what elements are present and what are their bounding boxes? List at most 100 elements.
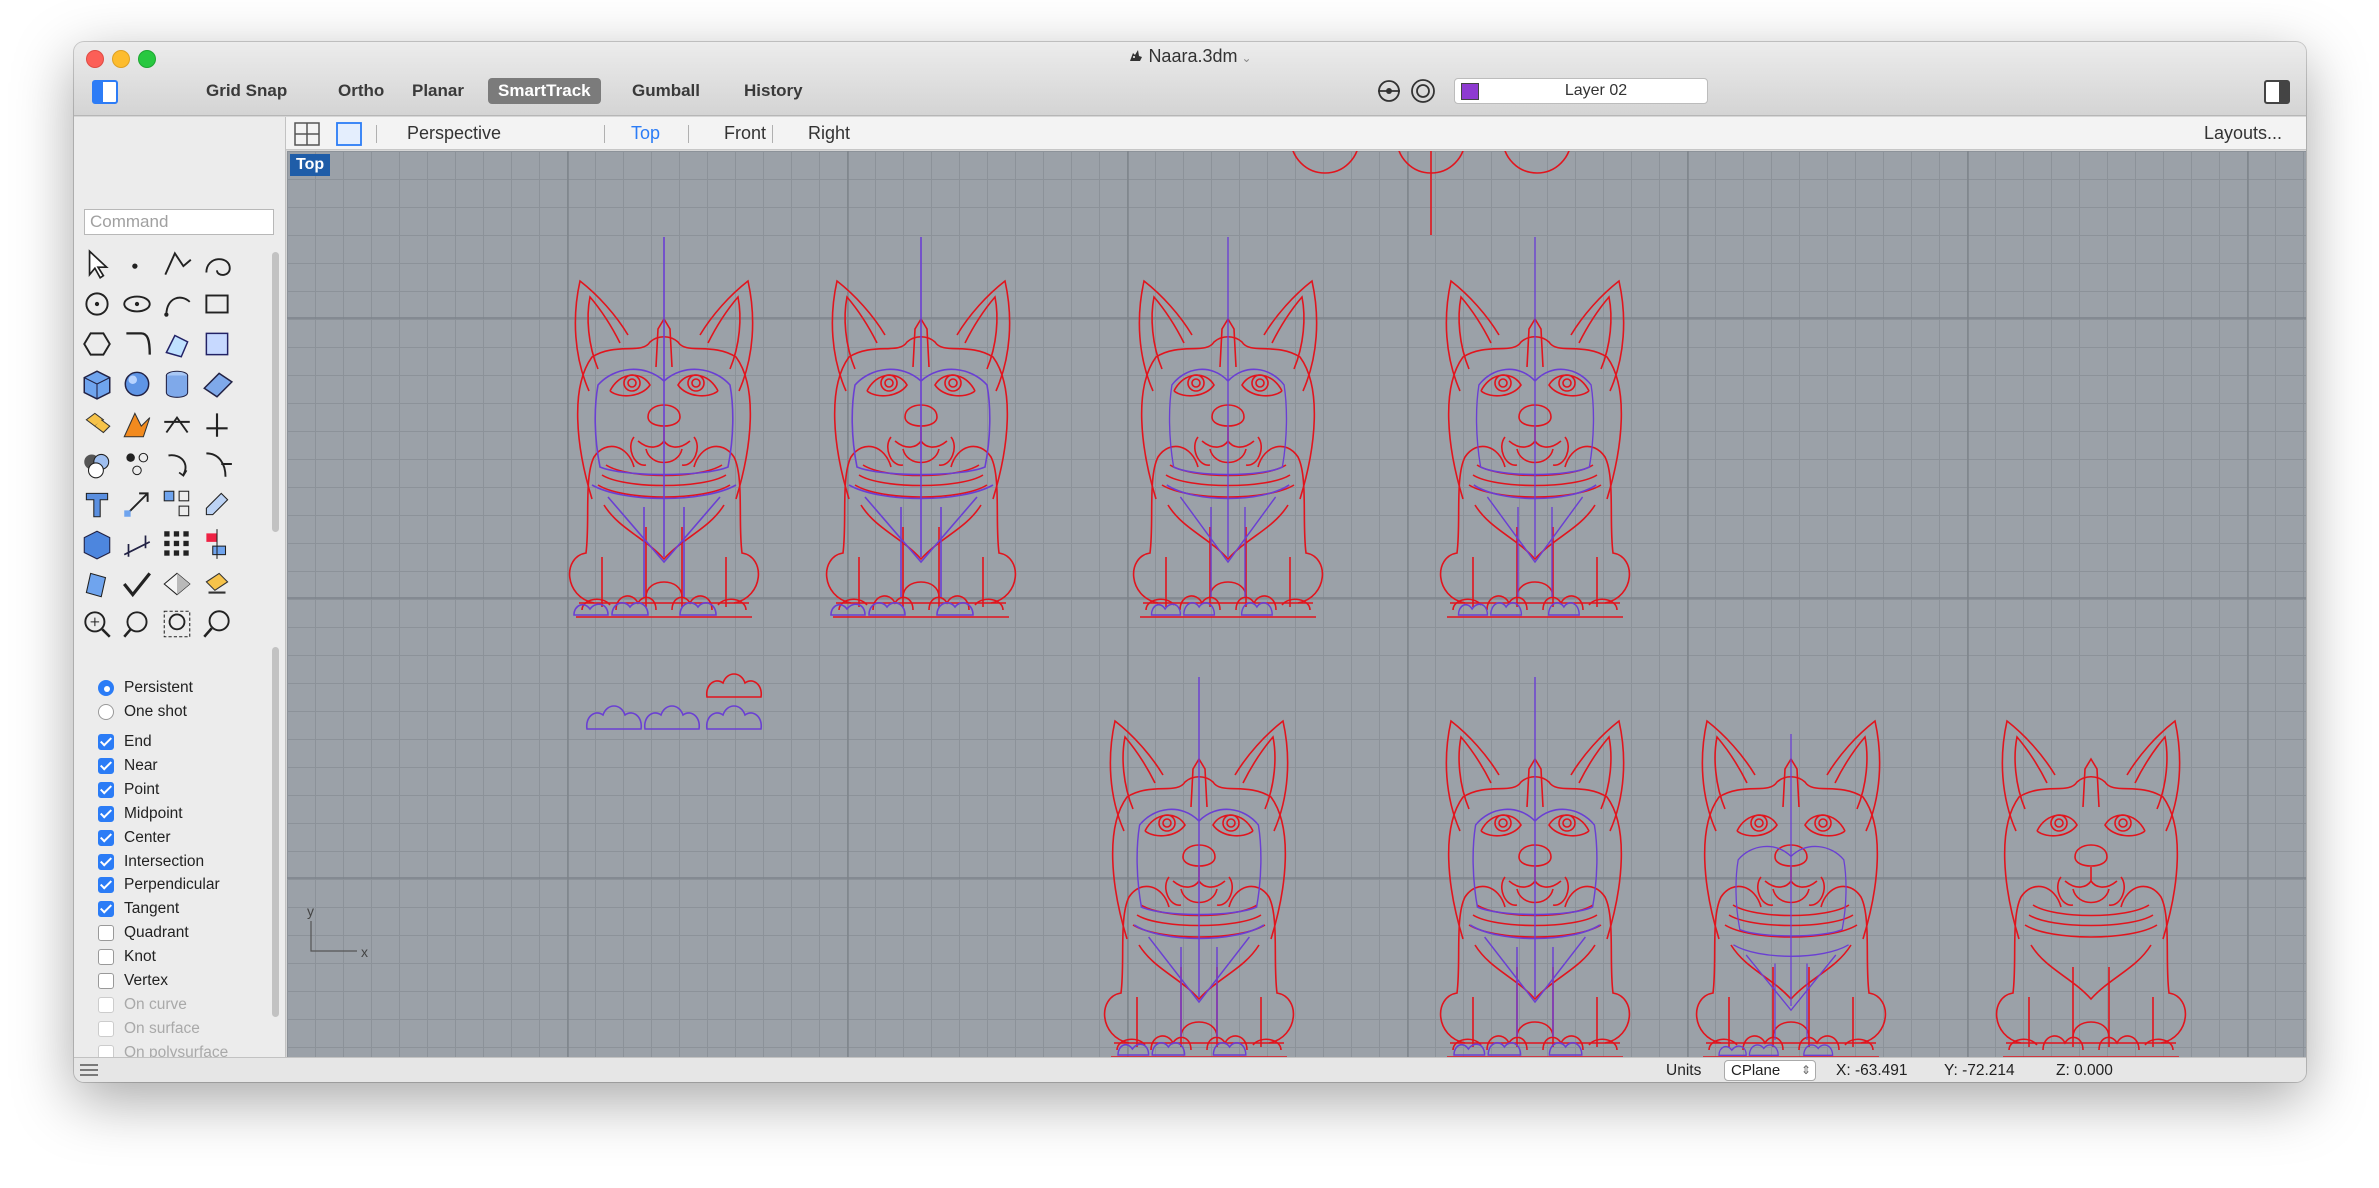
sphere-icon[interactable] — [120, 367, 154, 401]
checkbox[interactable] — [98, 781, 114, 798]
toggle-left-sidebar-button[interactable] — [92, 80, 118, 104]
fillet-icon[interactable] — [120, 327, 154, 361]
viewport-label[interactable]: Top — [290, 154, 331, 176]
osnap-toggle-icon[interactable] — [1376, 78, 1402, 104]
four-viewports-icon[interactable] — [294, 122, 320, 146]
checkbox[interactable] — [98, 805, 114, 822]
osnap-mode-one-shot[interactable]: One shot — [98, 701, 187, 723]
top-viewport[interactable]: y x Top — [287, 151, 2306, 1057]
dimension-icon[interactable] — [120, 527, 154, 561]
dog-drawing-5[interactable] — [1103, 676, 1295, 1057]
ellipse-icon[interactable] — [120, 287, 154, 321]
document-title[interactable]: Naara.3dm ⌄ — [74, 46, 2306, 67]
paint-bucket-icon[interactable] — [200, 567, 234, 601]
dog-drawing-8[interactable] — [1995, 720, 2187, 1057]
checkbox[interactable] — [98, 949, 114, 966]
checkbox[interactable] — [98, 877, 114, 894]
text-icon[interactable] — [80, 487, 114, 521]
tab-top[interactable]: Top — [631, 117, 660, 150]
circle-icon[interactable] — [80, 287, 114, 321]
osnap-tangent[interactable]: Tangent — [98, 898, 179, 920]
zoom-in-icon[interactable] — [200, 607, 234, 641]
mode-gumball-button[interactable]: Gumball — [622, 78, 710, 104]
record-history-icon[interactable] — [1410, 78, 1436, 104]
checkbox[interactable] — [98, 925, 114, 942]
solid-icon[interactable] — [80, 527, 114, 561]
mode-ortho-button[interactable]: Ortho — [328, 78, 394, 104]
extend-icon[interactable] — [200, 447, 234, 481]
arc-icon[interactable] — [160, 287, 194, 321]
render-icon[interactable] — [160, 567, 194, 601]
osnap-scrollbar[interactable] — [272, 647, 279, 1017]
explode-icon[interactable] — [80, 407, 114, 441]
top-cropped-circles[interactable] — [1291, 151, 1571, 235]
command-history-icon[interactable] — [80, 1063, 98, 1077]
group-icon[interactable] — [120, 447, 154, 481]
checkbox[interactable] — [98, 901, 114, 918]
mode-history-button[interactable]: History — [734, 78, 813, 104]
osnap-knot[interactable]: Knot — [98, 946, 156, 968]
paw-clouds[interactable] — [585, 673, 763, 730]
radio-button[interactable] — [98, 704, 114, 720]
paint-icon[interactable] — [120, 407, 154, 441]
osnap-quadrant[interactable]: Quadrant — [98, 922, 189, 944]
osnap-center[interactable]: Center — [98, 827, 171, 849]
checkbox[interactable] — [98, 853, 114, 870]
osnap-point[interactable]: Point — [98, 779, 159, 801]
cplane-select[interactable]: CPlane — [1724, 1060, 1816, 1081]
osnap-near[interactable]: Near — [98, 755, 158, 777]
point-icon[interactable] — [120, 247, 154, 281]
select-arrow-icon[interactable] — [80, 247, 114, 281]
dog-drawing-2[interactable] — [825, 236, 1017, 618]
box-icon[interactable] — [80, 367, 114, 401]
toggle-right-sidebar-button[interactable] — [2264, 80, 2290, 104]
boolean-icon[interactable] — [80, 447, 114, 481]
zoom-window-icon[interactable] — [120, 607, 154, 641]
move-icon[interactable] — [120, 487, 154, 521]
checkbox[interactable] — [98, 757, 114, 774]
trim-icon[interactable] — [160, 407, 194, 441]
check-icon[interactable] — [120, 567, 154, 601]
dog-drawing-3[interactable] — [1132, 236, 1324, 618]
command-input[interactable] — [84, 209, 274, 235]
osnap-mode-persistent[interactable]: Persistent — [98, 677, 193, 699]
tab-front[interactable]: Front — [724, 117, 766, 150]
osnap-vertex[interactable]: Vertex — [98, 970, 168, 992]
units-button[interactable]: Units — [1666, 1058, 1701, 1082]
mode-grid-snap-button[interactable]: Grid Snap — [196, 78, 297, 104]
zoom-extents-icon[interactable] — [160, 607, 194, 641]
array-icon[interactable] — [160, 487, 194, 521]
osnap-end[interactable]: End — [98, 731, 152, 753]
cylinder-icon[interactable] — [160, 367, 194, 401]
polygon-icon[interactable] — [80, 327, 114, 361]
osnap-intersection[interactable]: Intersection — [98, 851, 204, 873]
dog-drawing-6[interactable] — [1439, 676, 1631, 1057]
tab-right[interactable]: Right — [808, 117, 850, 150]
layouts-button[interactable]: Layouts... — [2204, 117, 2282, 150]
layer-selector[interactable]: Layer 02 — [1454, 78, 1708, 104]
mode-planar-button[interactable]: Planar — [402, 78, 474, 104]
mode-smarttrack-button[interactable]: SmartTrack — [488, 78, 601, 104]
surface-icon[interactable] — [200, 367, 234, 401]
dog-drawing-4[interactable] — [1439, 236, 1631, 618]
checkbox[interactable] — [98, 829, 114, 846]
rotate-icon[interactable] — [160, 447, 194, 481]
curve-icon[interactable] — [200, 247, 234, 281]
surface-edit-icon[interactable] — [80, 567, 114, 601]
zoom-dynamic-icon[interactable] — [80, 607, 114, 641]
polyline-icon[interactable] — [160, 247, 194, 281]
checkbox[interactable] — [98, 973, 114, 989]
radio-button[interactable] — [98, 680, 114, 696]
single-viewport-icon[interactable] — [336, 122, 362, 146]
align-icon[interactable] — [200, 527, 234, 561]
dog-drawing-1[interactable] — [568, 236, 760, 618]
split-icon[interactable] — [200, 407, 234, 441]
checkbox[interactable] — [98, 734, 114, 750]
drawing-canvas[interactable]: y x — [287, 151, 2306, 1057]
osnap-perpendicular[interactable]: Perpendicular — [98, 874, 220, 896]
tab-perspective[interactable]: Perspective — [407, 117, 501, 150]
tool-palette-scrollbar[interactable] — [272, 252, 279, 532]
edit-icon[interactable] — [200, 487, 234, 521]
box-edit-icon[interactable] — [200, 327, 234, 361]
rectangle-icon[interactable] — [200, 287, 234, 321]
